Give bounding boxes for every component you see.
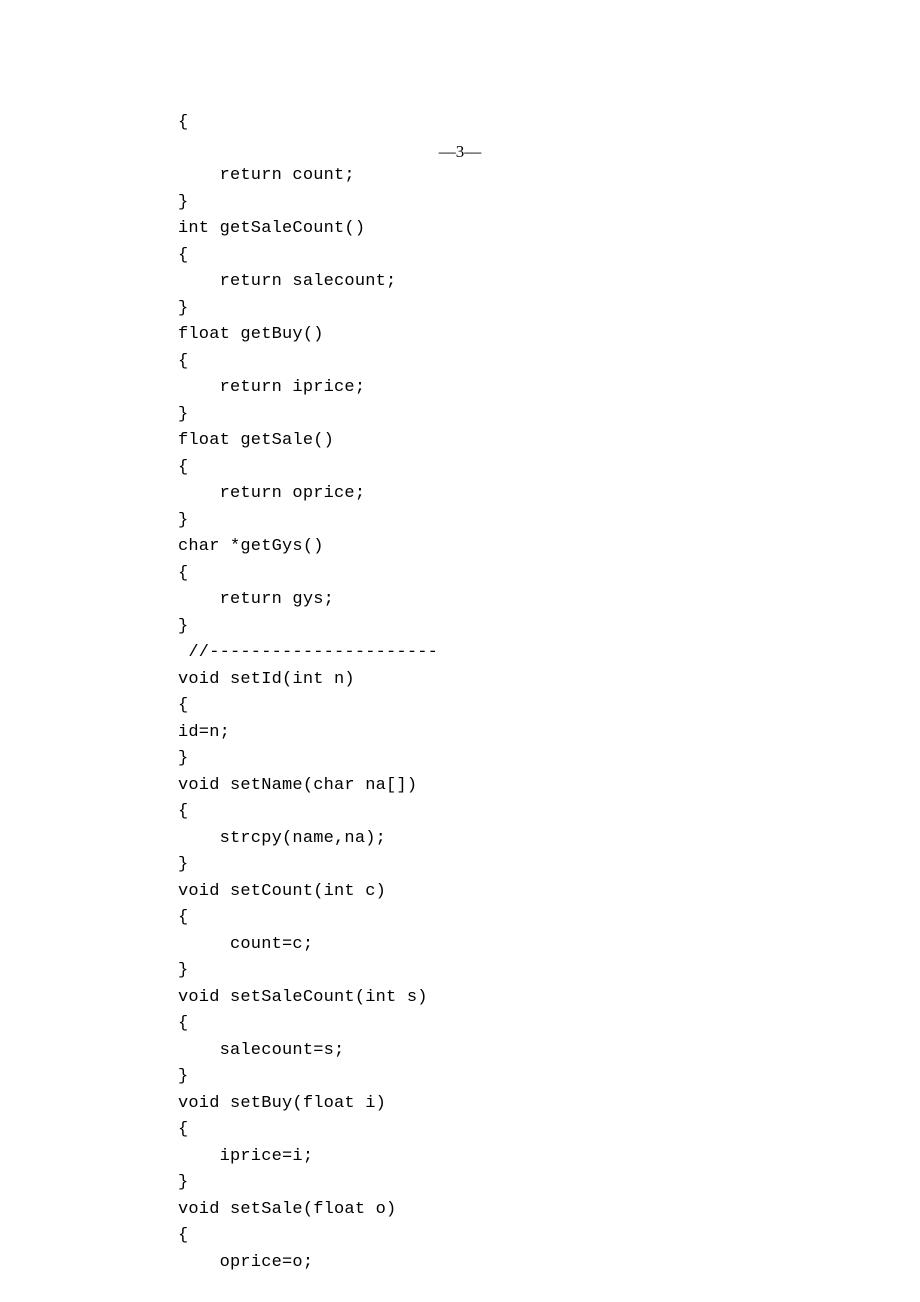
code-block: { return count; } int getSaleCount() { r… xyxy=(178,110,820,1276)
page-content: { return count; } int getSaleCount() { r… xyxy=(0,0,920,1276)
